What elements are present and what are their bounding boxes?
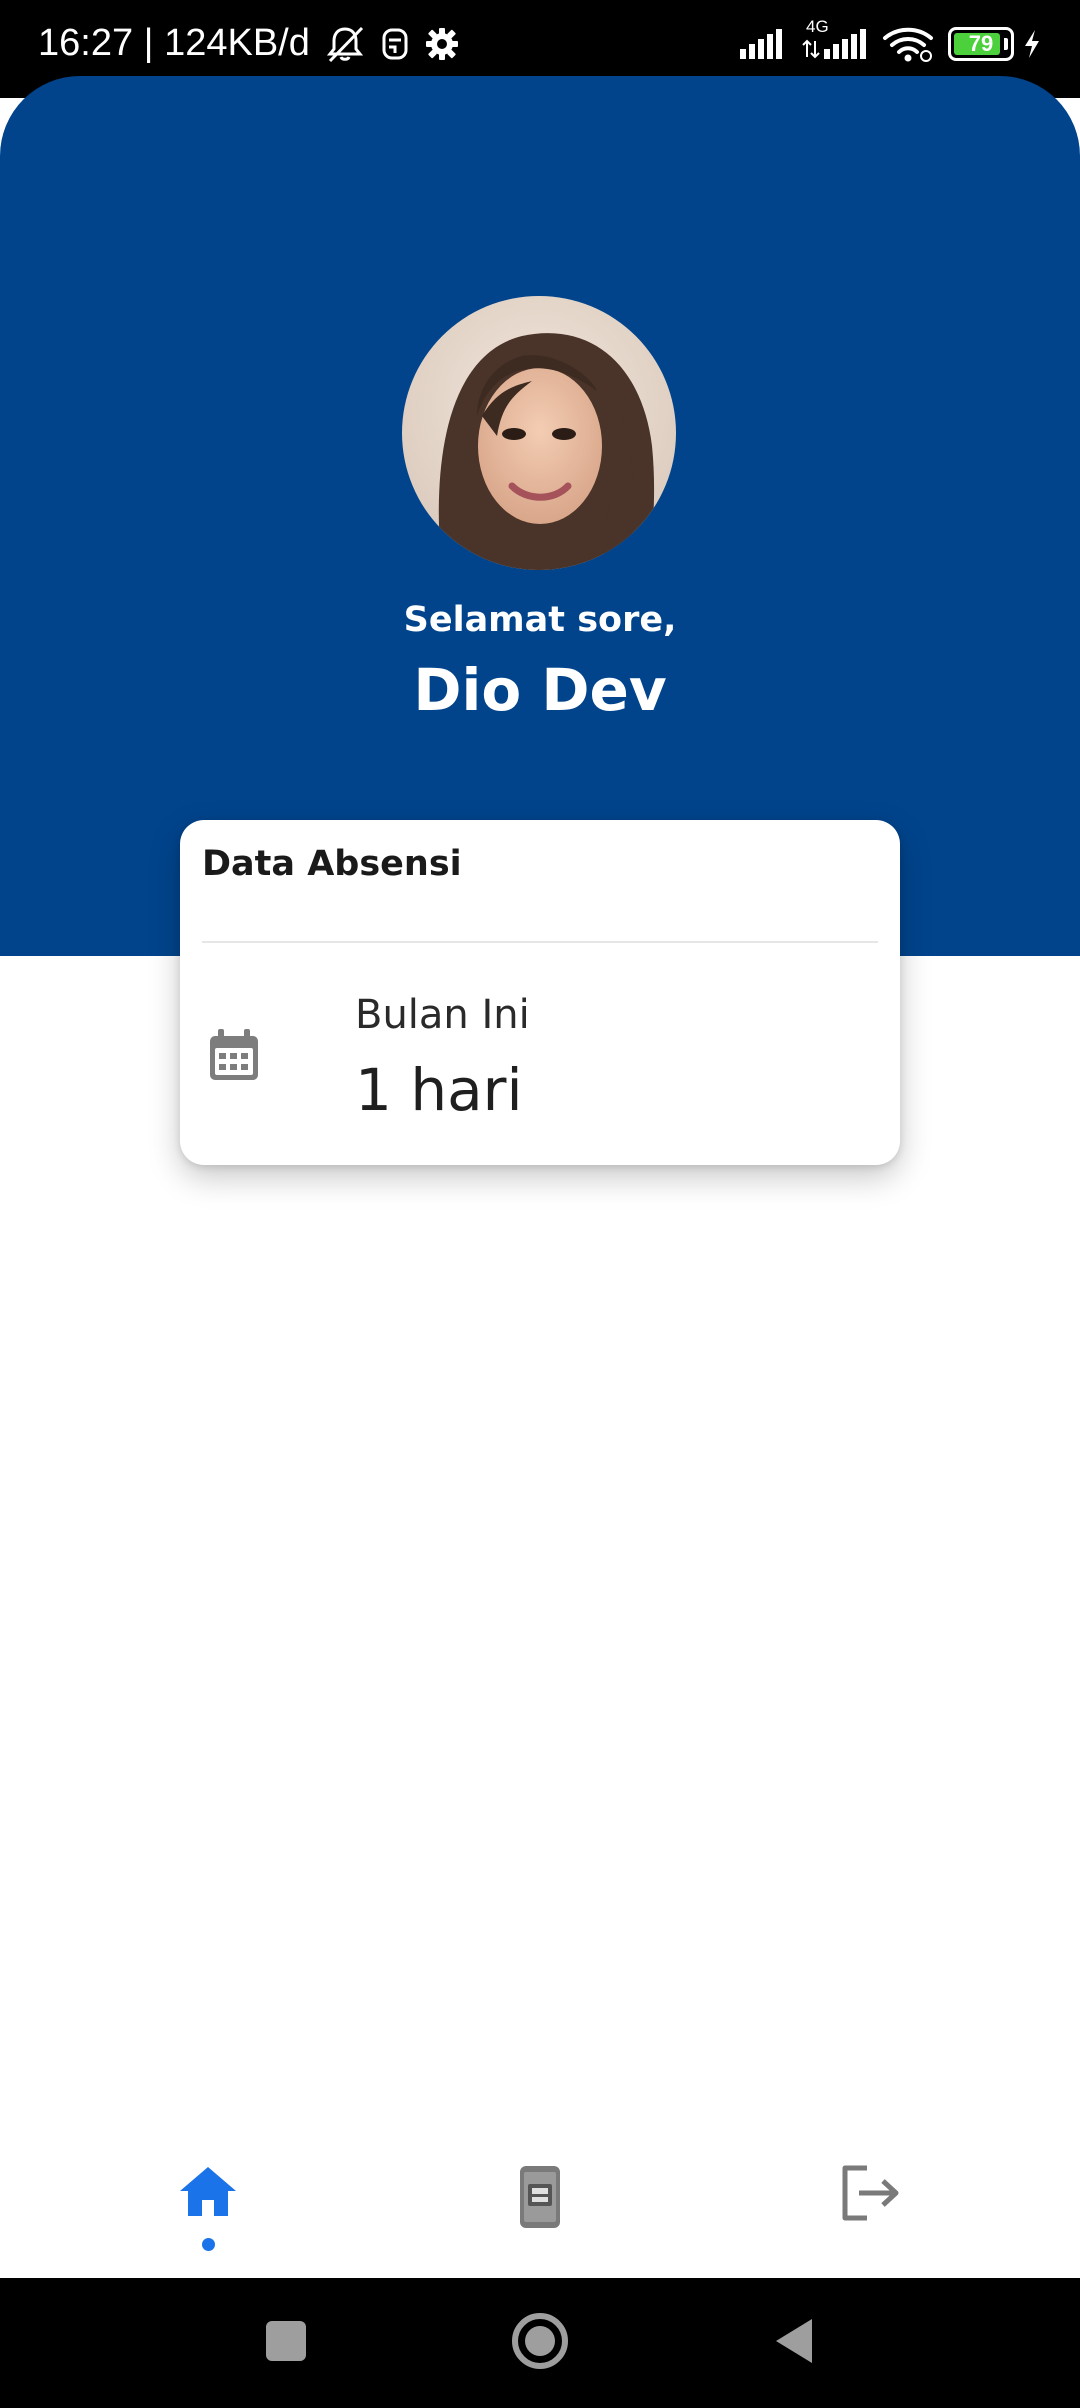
- logout-icon: [839, 2164, 901, 2226]
- period-value: 1 hari: [355, 1056, 523, 1124]
- greeting-text: Selamat sore,: [403, 600, 677, 640]
- attendance-card[interactable]: Data Absensi Bulan Ini 1 hari: [180, 820, 900, 1165]
- back-button[interactable]: [734, 2278, 854, 2408]
- app-screen: 16:27 | 124KB/d 4G 79 Selamat sore, Dio …: [0, 0, 1080, 2408]
- charging-icon: [1022, 28, 1042, 60]
- muted-alarm-icon: [324, 25, 366, 63]
- avatar[interactable]: [402, 296, 676, 570]
- wifi-icon: [882, 26, 934, 62]
- battery-level: 79: [968, 31, 994, 56]
- card-divider: [202, 941, 878, 943]
- status-right: 4G 79: [738, 17, 1042, 62]
- calendar-icon: [206, 1026, 262, 1084]
- status-time: 16:27 | 124KB/d: [38, 22, 310, 64]
- home-system-button[interactable]: [480, 2278, 600, 2408]
- network-type-label: 4G: [806, 17, 829, 36]
- card-title: Data Absensi: [202, 844, 462, 884]
- period-label: Bulan Ini: [355, 992, 530, 1038]
- battery-icon: 79: [948, 27, 1014, 61]
- signal-icon: [738, 27, 788, 61]
- system-nav-bar: [0, 2278, 1080, 2408]
- home-icon: [178, 2164, 238, 2222]
- home-circle-icon: [511, 2312, 569, 2374]
- nav-logout[interactable]: [800, 2164, 940, 2264]
- bottom-nav: [0, 2120, 1080, 2278]
- status-left: 16:27 | 124KB/d: [38, 22, 460, 65]
- back-icon: [772, 2317, 816, 2369]
- recent-apps-button[interactable]: [226, 2278, 346, 2408]
- nav-home[interactable]: [138, 2164, 278, 2264]
- nav-attendance[interactable]: [470, 2164, 610, 2264]
- settings-gear-icon: [424, 26, 460, 62]
- recent-apps-icon: [264, 2319, 308, 2367]
- app-notification-icon: [380, 27, 410, 61]
- user-name: Dio Dev: [413, 656, 667, 724]
- id-card-icon: [518, 2164, 562, 2234]
- active-indicator: [201, 2238, 215, 2251]
- signal-4g-icon: 4G: [802, 17, 868, 61]
